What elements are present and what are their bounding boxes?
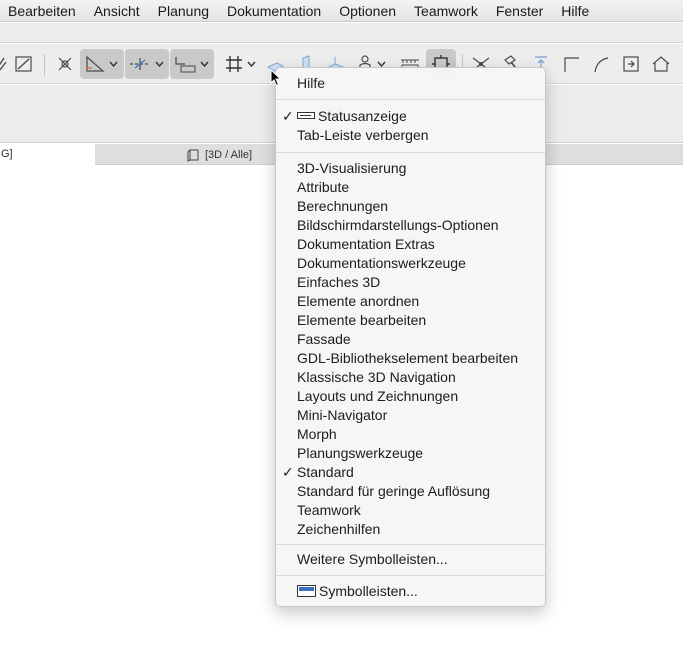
3d-window-icon [187,149,199,162]
menu-planung[interactable]: Planung [149,0,218,22]
snap-guides-icon[interactable] [0,49,8,79]
chevron-down-icon[interactable] [244,49,258,79]
toolbars-icon [297,585,316,598]
menu-item-elemente-bearbeiten[interactable]: Elemente bearbeiten [276,311,545,330]
menu-optionen[interactable]: Optionen [330,0,405,22]
checkmark-icon: ✓ [282,464,294,480]
menu-dokumentation[interactable]: Dokumentation [218,0,330,22]
menu-item-label: Standard für geringe Auflösung [297,483,491,499]
corner-icon[interactable] [560,49,582,79]
menu-item-zeichenhilfen[interactable]: Zeichenhilfen [276,520,545,539]
menu-item-label: Fassade [297,331,351,347]
intersection-icon[interactable] [53,49,77,79]
menu-item-label: Zeichenhilfen [297,521,381,537]
menu-item-fassade[interactable]: Fassade [276,330,545,349]
menu-item-statusanzeige-label: Statusanzeige [318,108,407,124]
menu-item-standard[interactable]: ✓ Standard [276,463,545,482]
guideline-button[interactable] [125,49,169,79]
home-icon[interactable] [650,49,672,79]
tab-floor-plan-label: G] [1,148,13,160]
menu-item-attribute[interactable]: Attribute [276,178,545,197]
menu-item-dokumentation-extras[interactable]: Dokumentation Extras [276,235,545,254]
menu-bearbeiten[interactable]: Bearbeiten [0,0,85,22]
menu-divider [276,152,545,153]
menu-item-bildschirmdarstellungs-optionen[interactable]: Bildschirmdarstellungs-Optionen [276,216,545,235]
menu-item-standard-für-geringe-auflösung[interactable]: Standard für geringe Auflösung [276,482,545,501]
menu-item-teamwork[interactable]: Teamwork [276,501,545,520]
chevron-down-icon[interactable] [106,49,120,79]
menu-item-label: Dokumentation Extras [297,236,435,252]
menu-item-label: Dokumentationswerkzeuge [297,255,466,271]
menu-item-dokumentationswerkzeuge[interactable]: Dokumentationswerkzeuge [276,254,545,273]
menu-item-label: Klassische 3D Navigation [297,369,456,385]
magic-wand-icon[interactable] [12,49,36,79]
checkmark-icon: ✓ [282,108,294,124]
menu-item-klassische-3d-navigation[interactable]: Klassische 3D Navigation [276,368,545,387]
export-icon[interactable] [620,49,642,79]
menu-item-label: Morph [297,426,337,442]
menu-divider [276,544,545,545]
menu-teamwork[interactable]: Teamwork [405,0,487,22]
tab-floor-plan[interactable]: G] [0,144,95,165]
menu-item-label: Elemente bearbeiten [297,312,427,328]
menu-item-label: Elemente anordnen [297,293,420,309]
menu-item-statusanzeige[interactable]: ✓ Statusanzeige [276,107,545,126]
menu-ansicht[interactable]: Ansicht [85,0,149,22]
menu-fenster[interactable]: Fenster [487,0,552,22]
menu-item-weitere-symbolleisten[interactable]: Weitere Symbolleisten... [276,550,545,569]
toolbar-separator [44,54,45,76]
menu-item-layouts-und-zeichnungen[interactable]: Layouts und Zeichnungen [276,387,545,406]
status-bar-icon [297,112,315,120]
menu-item-label: Bildschirmdarstellungs-Optionen [297,217,499,233]
ruler-angle-button[interactable] [80,49,124,79]
mouse-cursor-icon [270,69,282,87]
ruler-angle-icon [86,55,105,72]
menu-item-label: 3D-Visualisierung [297,160,407,176]
menu-item-einfaches-3d[interactable]: Einfaches 3D [276,273,545,292]
menu-bar: Bearbeiten Ansicht Planung Dokumentation… [0,0,683,22]
menu-item-tab-leiste[interactable]: Tab-Leiste verbergen [276,126,545,145]
menu-item-mini-navigator[interactable]: Mini-Navigator [276,406,545,425]
menu-divider [276,99,545,100]
coordinate-input-icon [175,57,196,73]
chevron-down-icon[interactable] [197,49,211,79]
guideline-icon [130,58,150,70]
menu-divider [276,575,545,576]
menu-item-label: Attribute [297,179,350,195]
curve-icon[interactable] [590,49,612,79]
window-title-bar [0,23,683,43]
menu-item-label: Teamwork [297,502,361,518]
coordinate-input-button[interactable] [170,49,214,79]
menu-item-planungswerkzeuge[interactable]: Planungswerkzeuge [276,444,545,463]
menu-item-berechnungen[interactable]: Berechnungen [276,197,545,216]
menu-item-label: Einfaches 3D [297,274,381,290]
menu-item-symbolleisten-label: Symbolleisten... [319,583,418,599]
menu-item-label: Mini-Navigator [297,407,388,423]
menu-item-label: Planungswerkzeuge [297,445,424,461]
menu-item-label: Standard [297,464,354,480]
menu-item-label: GDL-Bibliothekselement bearbeiten [297,350,519,366]
grid-snap-button[interactable] [220,49,262,79]
menu-item-label: Layouts und Zeichnungen [297,388,459,404]
tab-3d-label: [3D / Alle] [205,148,253,161]
menu-item-tab-leiste-label: Tab-Leiste verbergen [297,127,429,143]
tab-3d-view[interactable]: [3D / Alle] [187,144,252,165]
menu-item-weitere-label: Weitere Symbolleisten... [297,551,448,567]
menu-item-hilfe[interactable]: Hilfe [276,74,545,93]
menu-item-hilfe-label: Hilfe [297,75,326,91]
grid-snap-icon [226,56,242,72]
menu-item-gdl-bibliothekselement-bearbeiten[interactable]: GDL-Bibliothekselement bearbeiten [276,349,545,368]
menu-item-morph[interactable]: Morph [276,425,545,444]
menu-item-elemente-anordnen[interactable]: Elemente anordnen [276,292,545,311]
chevron-down-icon[interactable] [152,49,166,79]
menu-item-symbolleisten[interactable]: Symbolleisten... [276,582,545,601]
menu-item-3d-visualisierung[interactable]: 3D-Visualisierung [276,159,545,178]
menu-hilfe[interactable]: Hilfe [552,0,598,22]
toolbar-context-menu: Hilfe ✓ Statusanzeige Tab-Leiste verberg… [275,67,546,607]
menu-item-label: Berechnungen [297,198,389,214]
